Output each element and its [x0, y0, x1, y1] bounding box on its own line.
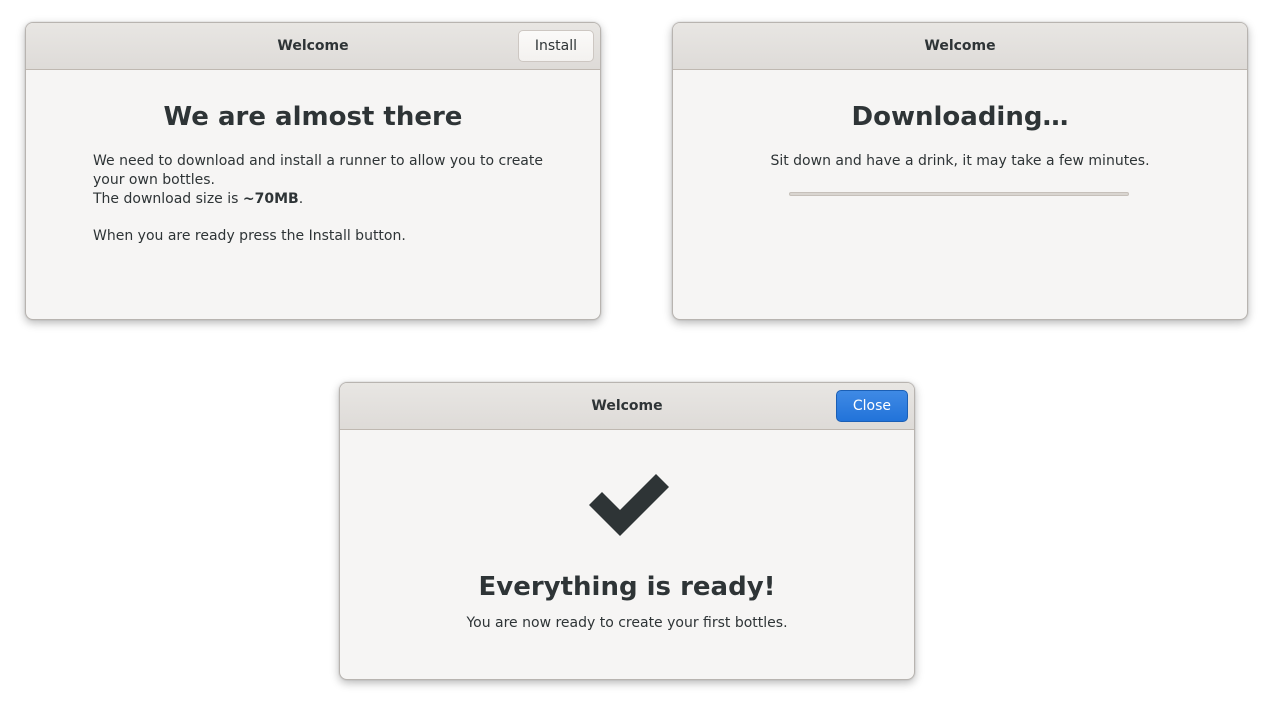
window-title: Welcome	[591, 398, 663, 414]
page-title: Downloading…	[851, 102, 1069, 132]
welcome-downloading-window: Welcome Downloading… Sit down and have a…	[672, 22, 1248, 320]
download-size-value: ~70MB	[242, 191, 299, 207]
welcome-install-window: Welcome Install We are almost there We n…	[25, 22, 601, 320]
window-title: Welcome	[924, 38, 996, 54]
download-size-line: The download size is ~70MB.	[93, 190, 543, 209]
download-size-suffix: .	[298, 191, 304, 207]
window-content: Downloading… Sit down and have a drink, …	[673, 70, 1247, 319]
window-content: Everything is ready! You are now ready t…	[340, 430, 914, 679]
instruction-text: When you are ready press the Install but…	[93, 228, 406, 244]
description-line: We need to download and install a runner…	[93, 153, 543, 188]
download-size-prefix: The download size is	[93, 191, 243, 207]
checkmark-icon	[589, 474, 669, 536]
welcome-ready-window: Welcome Close Everything is ready! You a…	[339, 382, 915, 680]
close-button[interactable]: Close	[835, 390, 908, 422]
install-button[interactable]: Install	[517, 30, 594, 62]
page-title: We are almost there	[163, 102, 463, 132]
download-progress-bar	[789, 192, 1129, 196]
subtitle-text: You are now ready to create your first b…	[466, 615, 788, 631]
headerbar: Welcome Close	[340, 383, 914, 430]
subtitle-text: Sit down and have a drink, it may take a…	[770, 153, 1150, 169]
description-text: We need to download and install a runner…	[93, 152, 543, 209]
headerbar: Welcome	[673, 23, 1247, 70]
window-content: We are almost there We need to download …	[26, 70, 600, 319]
window-title: Welcome	[277, 38, 349, 54]
headerbar: Welcome Install	[26, 23, 600, 70]
page-title: Everything is ready!	[478, 572, 776, 602]
